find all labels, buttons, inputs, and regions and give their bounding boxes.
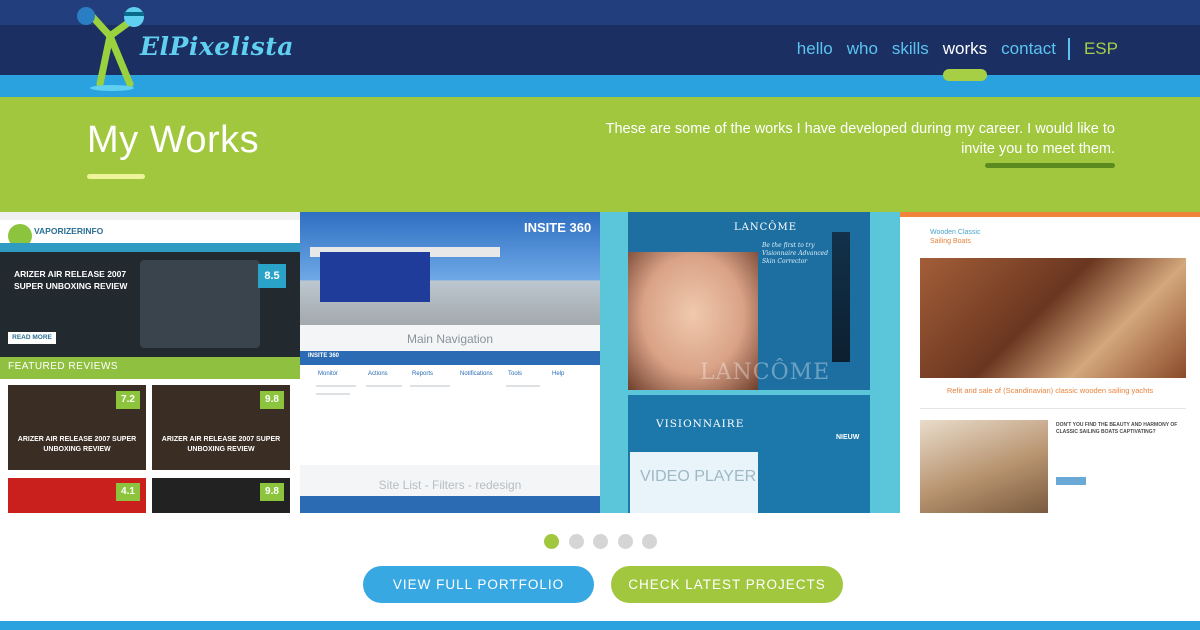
boats-caption: Refit and sale of (Scandinavian) classic… (946, 386, 1154, 395)
tile-title: ARIZER AIR RELEASE 2007 SUPER UNBOXING R… (17, 436, 137, 453)
vaporizer-topbar (0, 212, 300, 220)
lancome-badge: NIEUW (836, 434, 860, 441)
vaporizer-feature-title: ARIZER AIR RELEASE 2007 SUPER UNBOXING R… (14, 269, 128, 291)
carousel-dot[interactable] (568, 534, 584, 549)
carousel-pagination (544, 534, 667, 549)
insite-column: Tools (508, 371, 523, 377)
boats-logo-line: Wooden Classic (930, 229, 981, 236)
insite-station (320, 252, 430, 302)
boats-text: DON'T YOU FIND THE BEAUTY AND HARMONY OF… (1056, 422, 1178, 435)
carousel-dot-active[interactable] (544, 534, 559, 549)
view-portfolio-button[interactable]: VIEW FULL PORTFOLIO (363, 566, 594, 603)
boats-topbar (900, 212, 1200, 217)
footer-strip (0, 621, 1200, 630)
hero-banner: My Works These are some of the works I h… (0, 97, 1200, 212)
tile-score: 9.8 (260, 483, 284, 501)
vaporizer-feature-score: 8.5 (258, 264, 286, 288)
boats-photo (920, 258, 1186, 378)
page-title: My Works (87, 119, 260, 161)
hero-subtitle: These are some of the works I have devel… (605, 121, 1115, 157)
language-switch[interactable]: ESP (1084, 39, 1118, 59)
slide-lancome[interactable]: LANCÔME Be the first to try Visionnaire … (600, 212, 900, 513)
boats-deck-photo (920, 420, 1048, 513)
insite-menu-line (316, 385, 356, 387)
nav-who[interactable]: who (847, 39, 878, 59)
insite-column: Help (552, 371, 565, 377)
nav-contact[interactable]: contact (1001, 39, 1056, 59)
boats-logo: Wooden Classic Sailing Boats (930, 228, 980, 246)
subtitle-underline (985, 163, 1115, 168)
title-underline (87, 174, 145, 179)
insite-menu-line (506, 385, 540, 387)
insite-column: Actions (368, 371, 388, 377)
insite-menu-line (410, 385, 450, 387)
boats-logo-line: Sailing Boats (930, 238, 971, 245)
insite-app-bar: INSITE 360 (300, 351, 600, 365)
insite-title: Main Navigation (406, 332, 494, 346)
boats-divider (920, 408, 1186, 409)
vaporizer-feature-image (140, 260, 260, 348)
vaporizer-tile: 4.1 (8, 478, 146, 513)
insite-logo: INSITE 360 (524, 220, 592, 235)
insite-subtitle: Site List - Filters - redesign (378, 478, 522, 492)
carousel-dot[interactable] (642, 534, 657, 549)
tile-score: 9.8 (260, 391, 284, 409)
slide-insite[interactable]: INSITE 360 Main Navigation INSITE 360 Mo… (300, 212, 600, 513)
tile-score: 7.2 (116, 391, 140, 409)
lancome-brand: LANCÔME (734, 222, 798, 233)
lancome-visionnaire: VISIONNAIRE (656, 418, 745, 430)
nav-skills[interactable]: skills (892, 39, 929, 59)
insite-menu: Monitor Actions Reports Notifications To… (300, 365, 600, 465)
lancome-video-label: VIDEO PLAYER (640, 468, 757, 485)
carousel-dot[interactable] (593, 534, 608, 549)
vaporizer-menu (0, 243, 300, 252)
main-nav: hello who skills works contact ESP (783, 38, 1118, 81)
insite-app-bar-2 (300, 496, 600, 513)
lancome-bottle (832, 232, 850, 362)
insite-column: Notifications (460, 371, 493, 377)
insite-column: Reports (412, 371, 434, 377)
nav-hello[interactable]: hello (797, 39, 833, 59)
vaporizer-tile: 9.8 (152, 478, 290, 513)
insite-menu-line (366, 385, 402, 387)
slide-vaporizer[interactable]: VAPORIZERINFO 8.5 ARIZER AIR RELEASE 200… (0, 212, 300, 513)
vaporizer-tile: 9.8 ARIZER AIR RELEASE 2007 SUPER UNBOXI… (152, 385, 290, 470)
tile-score: 4.1 (116, 483, 140, 501)
vaporizer-logo: VAPORIZERINFO (34, 226, 104, 236)
nav-separator (1067, 38, 1070, 60)
insite-menu-line (316, 393, 350, 395)
logo-text[interactable]: ElPixelista (140, 32, 294, 61)
insite-app-bar-label: INSITE 360 (308, 353, 340, 359)
vaporizer-tile: 7.2 ARIZER AIR RELEASE 2007 SUPER UNBOXI… (8, 385, 146, 470)
tile-title: ARIZER AIR RELEASE 2007 SUPER UNBOXING R… (161, 436, 281, 453)
vaporizer-read-more: READ MORE (8, 332, 56, 344)
boats-read-more (1056, 477, 1086, 485)
carousel-dot[interactable] (617, 534, 633, 549)
check-projects-button[interactable]: CHECK LATEST PROJECTS (611, 566, 843, 603)
lancome-watermark: LANCÔME (700, 360, 831, 385)
slide-boats[interactable]: Wooden Classic Sailing Boats Refit and s… (900, 212, 1200, 513)
insite-column: Monitor (318, 371, 339, 377)
lancome-tagline: Be the first to try Visionnaire Advanced… (762, 242, 829, 265)
nav-works[interactable]: works (943, 39, 988, 81)
works-carousel[interactable]: VAPORIZERINFO 8.5 ARIZER AIR RELEASE 200… (0, 212, 1200, 513)
vaporizer-featured-label: FEATURED REVIEWS (8, 361, 119, 372)
